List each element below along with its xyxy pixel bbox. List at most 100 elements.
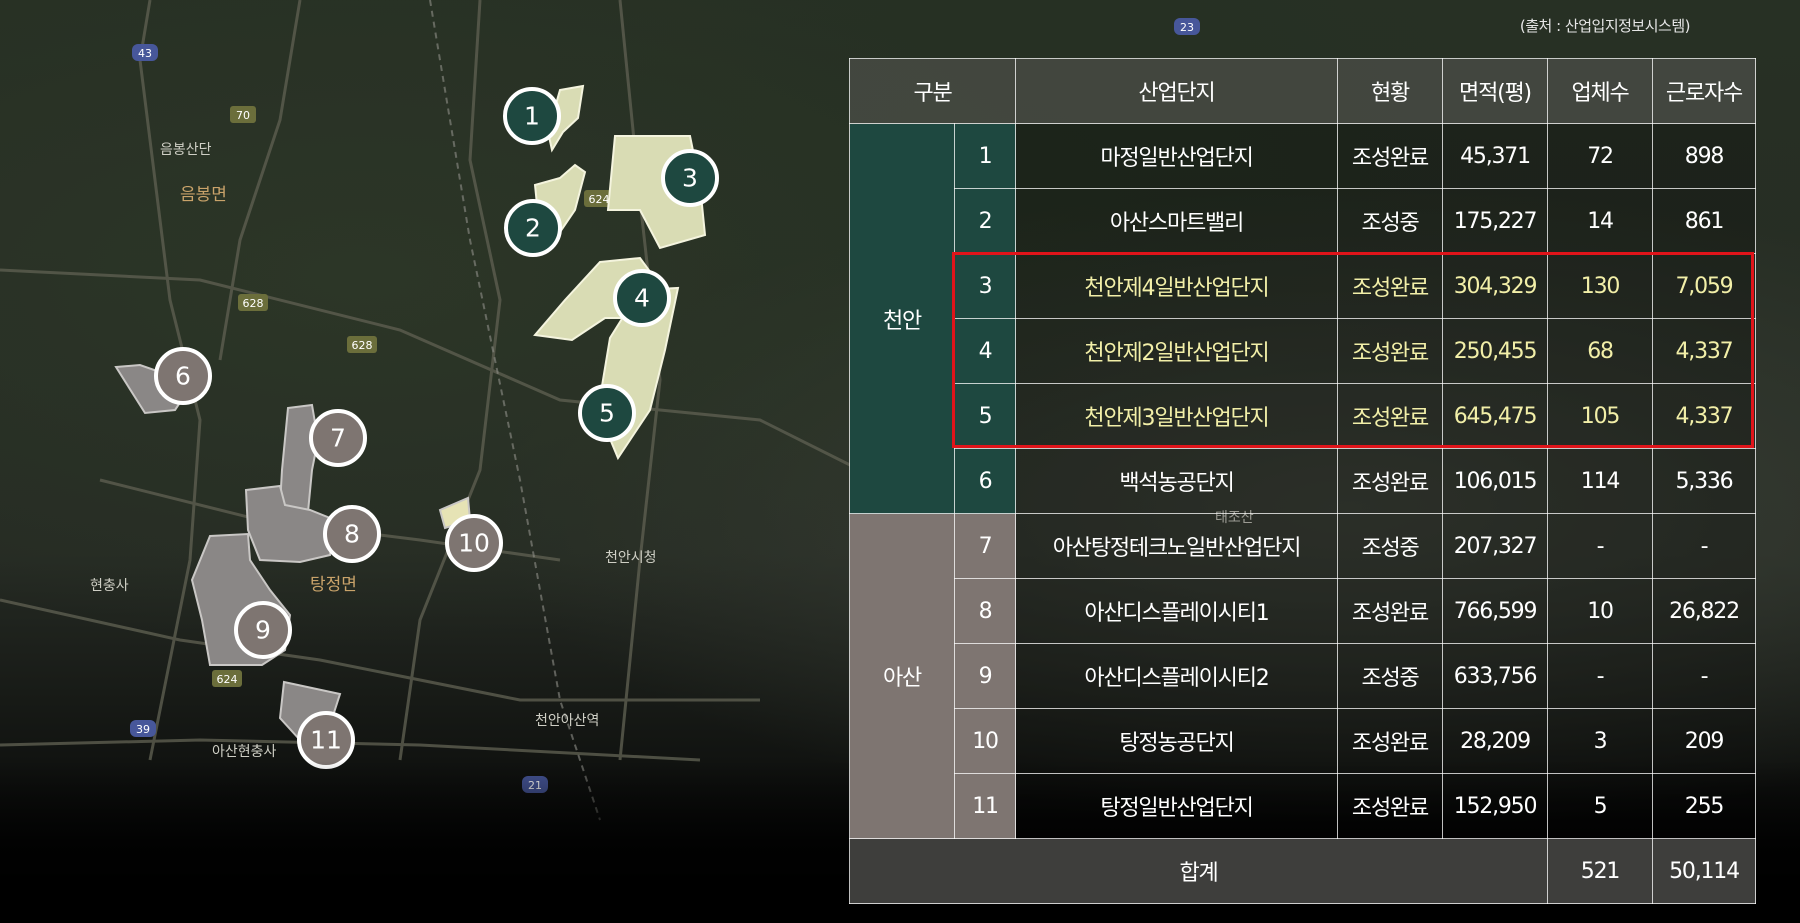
total-companies: 521 bbox=[1547, 838, 1653, 904]
complex-area: 45,371 bbox=[1442, 123, 1548, 189]
place-label: 음봉면 bbox=[180, 185, 227, 205]
road-shield: 43 bbox=[132, 44, 158, 61]
table-row: 아산 7 아산탕정테크노일반산업단지 조성중 207,327 - - bbox=[849, 513, 1756, 839]
complex-name: 아산디스플레이시티1 bbox=[1015, 578, 1338, 644]
road-shield: 70 bbox=[230, 106, 256, 123]
road-shield: 23 bbox=[1174, 18, 1200, 35]
complex-companies: 5 bbox=[1547, 773, 1653, 839]
complex-area: 28,209 bbox=[1442, 708, 1548, 774]
table-header-row: 구분 산업단지 현황 면적(평) 업체수 근로자수 bbox=[849, 58, 1756, 124]
industrial-complex-table: 구분 산업단지 현황 면적(평) 업체수 근로자수 천안 1 마정일반산업단지 … bbox=[849, 58, 1756, 904]
marker-5[interactable]: 5 bbox=[578, 384, 636, 442]
marker-8[interactable]: 8 bbox=[323, 505, 381, 563]
svg-text:39: 39 bbox=[136, 723, 150, 736]
complex-status: 조성중 bbox=[1337, 643, 1443, 709]
svg-text:5: 5 bbox=[599, 399, 615, 428]
complex-workers: 861 bbox=[1652, 188, 1756, 254]
complex-name: 아산디스플레이시티2 bbox=[1015, 643, 1338, 709]
road-shield: 628 bbox=[238, 294, 268, 311]
svg-text:70: 70 bbox=[236, 109, 250, 122]
road-shield: 624 bbox=[212, 670, 242, 687]
complex-workers: 209 bbox=[1652, 708, 1756, 774]
highlight-box bbox=[952, 252, 1754, 448]
row-number: 6 bbox=[954, 448, 1016, 514]
marker-9[interactable]: 9 bbox=[234, 601, 292, 659]
header-status: 현황 bbox=[1337, 58, 1443, 124]
complex-name: 탕정농공단지 bbox=[1015, 708, 1338, 774]
complex-status: 조성완료 bbox=[1337, 123, 1443, 189]
total-label: 합계 bbox=[849, 838, 1548, 904]
row-number: 9 bbox=[954, 643, 1016, 709]
source-note: (출처 : 산업입지정보시스템) bbox=[1519, 17, 1691, 35]
svg-text:10: 10 bbox=[458, 529, 490, 558]
table-row: 10 탕정농공단지 조성완료 28,209 3 209 bbox=[850, 708, 1756, 774]
table-row: 8 아산디스플레이시티1 조성완료 766,599 10 26,822 bbox=[850, 578, 1756, 644]
complex-status: 조성중 bbox=[1337, 513, 1443, 579]
place-label: 탕정면 bbox=[310, 575, 357, 595]
complex-name: 백석농공단지 bbox=[1015, 448, 1338, 514]
svg-text:11: 11 bbox=[310, 726, 342, 755]
header-area: 면적(평) bbox=[1442, 58, 1548, 124]
complex-area: 633,756 bbox=[1442, 643, 1548, 709]
table-row: 11 탕정일반산업단지 조성완료 152,950 5 255 bbox=[850, 773, 1756, 839]
complex-companies: 10 bbox=[1547, 578, 1653, 644]
road-shield: 39 bbox=[130, 720, 156, 737]
complex-area: 207,327 bbox=[1442, 513, 1548, 579]
complex-companies: 72 bbox=[1547, 123, 1653, 189]
row-number: 7 bbox=[954, 513, 1016, 579]
marker-1[interactable]: 1 bbox=[503, 87, 561, 145]
complex-companies: - bbox=[1547, 643, 1653, 709]
svg-text:624: 624 bbox=[217, 673, 238, 686]
group-asan: 아산 bbox=[849, 513, 955, 839]
place-label: 아산현충사 bbox=[212, 744, 277, 760]
marker-11[interactable]: 11 bbox=[297, 711, 355, 769]
complex-workers: 26,822 bbox=[1652, 578, 1756, 644]
complex-area: 106,015 bbox=[1442, 448, 1548, 514]
complex-name: 아산스마트밸리 bbox=[1015, 188, 1338, 254]
header-workers: 근로자수 bbox=[1652, 58, 1756, 124]
complex-name: 아산탕정테크노일반산업단지 bbox=[1015, 513, 1338, 579]
complex-companies: - bbox=[1547, 513, 1653, 579]
complex-workers: 255 bbox=[1652, 773, 1756, 839]
row-number: 8 bbox=[954, 578, 1016, 644]
marker-2[interactable]: 2 bbox=[504, 199, 562, 257]
row-number: 11 bbox=[954, 773, 1016, 839]
marker-6[interactable]: 6 bbox=[154, 347, 212, 405]
total-row: 합계 521 50,114 bbox=[849, 838, 1756, 904]
table-row: 2 아산스마트밸리 조성중 175,227 14 861 bbox=[850, 188, 1756, 254]
marker-3[interactable]: 3 bbox=[661, 149, 719, 207]
svg-text:7: 7 bbox=[330, 424, 346, 453]
svg-text:1: 1 bbox=[524, 102, 540, 131]
complex-status: 조성완료 bbox=[1337, 448, 1443, 514]
complex-companies: 3 bbox=[1547, 708, 1653, 774]
svg-text:628: 628 bbox=[243, 297, 264, 310]
svg-text:43: 43 bbox=[138, 47, 152, 60]
svg-text:8: 8 bbox=[344, 520, 360, 549]
complex-area: 152,950 bbox=[1442, 773, 1548, 839]
complex-workers: - bbox=[1652, 513, 1756, 579]
complex-status: 조성완료 bbox=[1337, 578, 1443, 644]
complex-workers: 5,336 bbox=[1652, 448, 1756, 514]
svg-text:624: 624 bbox=[589, 193, 610, 206]
place-label: 현충사 bbox=[90, 578, 129, 594]
complex-companies: 14 bbox=[1547, 188, 1653, 254]
complex-status: 조성완료 bbox=[1337, 708, 1443, 774]
svg-text:9: 9 bbox=[255, 616, 271, 645]
marker-7[interactable]: 7 bbox=[309, 409, 367, 467]
complex-name: 마정일반산업단지 bbox=[1015, 123, 1338, 189]
marker-10[interactable]: 10 bbox=[445, 514, 503, 572]
svg-text:2: 2 bbox=[525, 214, 541, 243]
marker-4[interactable]: 4 bbox=[613, 269, 671, 327]
svg-text:628: 628 bbox=[352, 339, 373, 352]
complex-workers: - bbox=[1652, 643, 1756, 709]
svg-text:23: 23 bbox=[1180, 21, 1194, 34]
complex-workers: 898 bbox=[1652, 123, 1756, 189]
svg-text:3: 3 bbox=[682, 164, 698, 193]
complex-companies: 114 bbox=[1547, 448, 1653, 514]
table-row: 6 백석농공단지 조성완료 106,015 114 5,336 bbox=[850, 448, 1756, 514]
complex-area: 175,227 bbox=[1442, 188, 1548, 254]
table-row: 천안 1 마정일반산업단지 조성완료 45,371 72 898 bbox=[849, 123, 1756, 514]
road-shield: 628 bbox=[347, 336, 377, 353]
header-complex: 산업단지 bbox=[1015, 58, 1338, 124]
header-companies: 업체수 bbox=[1547, 58, 1653, 124]
